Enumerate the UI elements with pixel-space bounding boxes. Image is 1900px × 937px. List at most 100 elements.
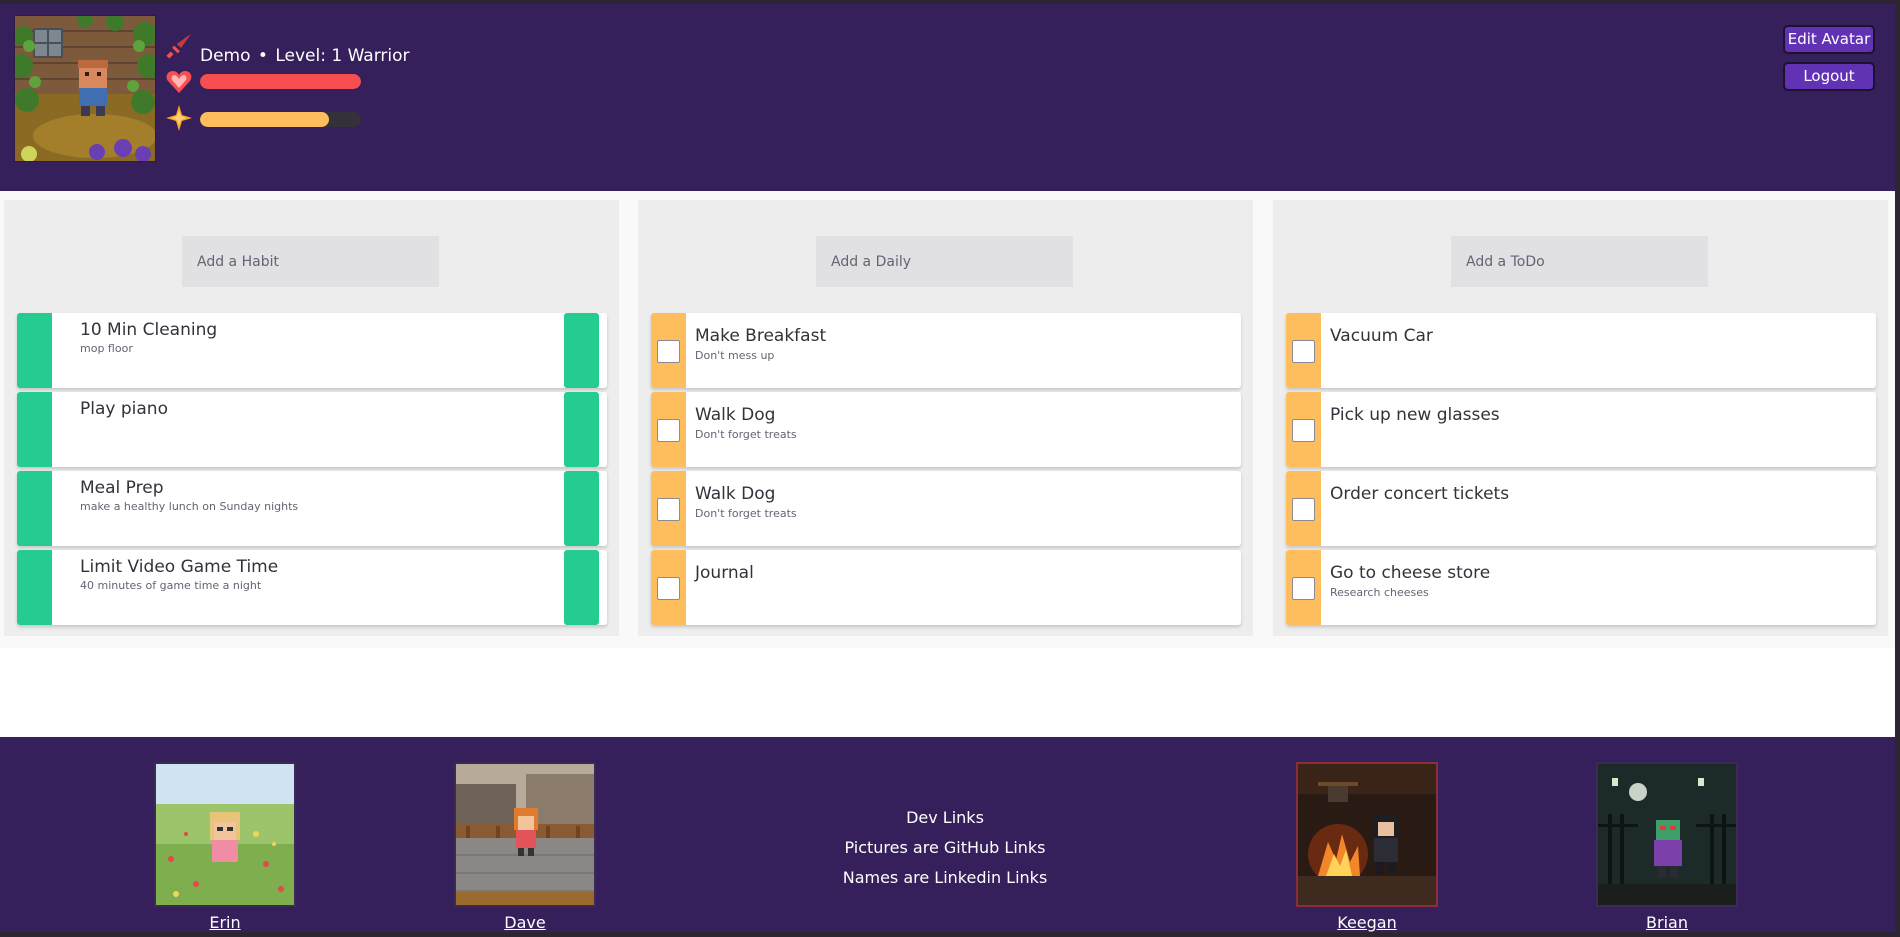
- habit-item[interactable]: Play piano: [17, 392, 607, 467]
- daily-title: Make Breakfast: [695, 326, 827, 346]
- daily-item[interactable]: Journal: [651, 550, 1241, 625]
- todo-title: Go to cheese store: [1330, 563, 1491, 583]
- dev-linkedin-link-brian[interactable]: Brian: [1596, 913, 1738, 932]
- habit-minus-button[interactable]: [564, 313, 599, 388]
- habit-item[interactable]: 10 Min Cleaning mop floor: [17, 313, 607, 388]
- dev-card-dave: Dave: [454, 762, 596, 932]
- health-bar: [200, 74, 361, 89]
- dev-linkedin-link-keegan[interactable]: Keegan: [1296, 913, 1438, 932]
- habit-minus-button[interactable]: [564, 471, 599, 546]
- logout-button[interactable]: Logout: [1783, 62, 1875, 91]
- todo-title: Vacuum Car: [1330, 326, 1433, 346]
- checkbox-icon[interactable]: [1292, 498, 1315, 521]
- habit-minus-button[interactable]: [564, 392, 599, 467]
- daily-item[interactable]: Walk Dog Don't forget treats: [651, 392, 1241, 467]
- hero-separator: •: [257, 46, 268, 66]
- dev-github-picture-keegan[interactable]: [1296, 762, 1438, 907]
- sword-icon: [166, 34, 191, 59]
- daily-notes: Don't mess up: [695, 349, 775, 362]
- habit-title: 10 Min Cleaning: [80, 320, 218, 340]
- todo-check-area[interactable]: [1286, 471, 1321, 546]
- daily-check-area[interactable]: [651, 392, 686, 467]
- experience-bar-fill: [200, 112, 329, 127]
- todo-title: Pick up new glasses: [1330, 405, 1500, 425]
- dev-avatar-image: [1298, 764, 1436, 905]
- checkbox-icon[interactable]: [657, 419, 680, 442]
- habit-notes: make a healthy lunch on Sunday nights: [80, 500, 299, 513]
- habit-title: Limit Video Game Time: [80, 557, 279, 577]
- checkbox-icon[interactable]: [657, 340, 680, 363]
- dev-github-picture-dave[interactable]: [454, 762, 596, 907]
- habit-plus-button[interactable]: [17, 392, 52, 467]
- star-icon: [166, 105, 192, 131]
- avatar[interactable]: [14, 15, 156, 162]
- daily-item[interactable]: Make Breakfast Don't mess up: [651, 313, 1241, 388]
- add-todo-input[interactable]: [1451, 236, 1708, 287]
- daily-title: Journal: [695, 563, 754, 583]
- todo-item[interactable]: Order concert tickets: [1286, 471, 1876, 546]
- dev-github-picture-erin[interactable]: [154, 762, 296, 907]
- dev-card-keegan: Keegan: [1296, 762, 1438, 932]
- daily-title: Walk Dog: [695, 405, 776, 425]
- daily-item[interactable]: Walk Dog Don't forget treats: [651, 471, 1241, 546]
- health-bar-fill: [200, 74, 361, 89]
- todo-item[interactable]: Go to cheese store Research cheeses: [1286, 550, 1876, 625]
- daily-notes: Don't forget treats: [695, 507, 797, 520]
- dev-linkedin-link-dave[interactable]: Dave: [454, 913, 596, 932]
- habit-plus-button[interactable]: [17, 471, 52, 546]
- todos-column: Vacuum Car Pick up new glasses Order con…: [1273, 200, 1888, 636]
- edit-avatar-button[interactable]: Edit Avatar: [1783, 25, 1875, 54]
- dev-linkedin-link-erin[interactable]: Erin: [154, 913, 296, 932]
- todo-check-area[interactable]: [1286, 313, 1321, 388]
- habit-plus-button[interactable]: [17, 313, 52, 388]
- habit-item[interactable]: Limit Video Game Time 40 minutes of game…: [17, 550, 607, 625]
- heart-icon: [166, 71, 192, 93]
- add-habit-input[interactable]: [182, 236, 439, 287]
- header: Demo • Level: 1 Warrior Edit Avatar Logo…: [0, 4, 1895, 191]
- daily-check-area[interactable]: [651, 313, 686, 388]
- habit-title: Meal Prep: [80, 478, 164, 498]
- checkbox-icon[interactable]: [657, 498, 680, 521]
- checkbox-icon[interactable]: [1292, 419, 1315, 442]
- dev-avatar-image: [156, 764, 294, 905]
- checkbox-icon[interactable]: [1292, 340, 1315, 363]
- todo-notes: Research cheeses: [1330, 586, 1429, 599]
- daily-check-area[interactable]: [651, 550, 686, 625]
- habit-item[interactable]: Meal Prep make a healthy lunch on Sunday…: [17, 471, 607, 546]
- avatar-scene-image: [15, 16, 155, 161]
- checkbox-icon[interactable]: [657, 577, 680, 600]
- dev-github-picture-brian[interactable]: [1596, 762, 1738, 907]
- window-bottom-border: [0, 932, 1900, 937]
- todo-check-area[interactable]: [1286, 550, 1321, 625]
- todo-item[interactable]: Pick up new glasses: [1286, 392, 1876, 467]
- dev-links-info: Dev Links Pictures are GitHub Links Name…: [820, 803, 1070, 893]
- todo-item[interactable]: Vacuum Car: [1286, 313, 1876, 388]
- dev-avatar-image: [1598, 764, 1736, 905]
- habit-minus-button[interactable]: [564, 550, 599, 625]
- daily-title: Walk Dog: [695, 484, 776, 504]
- dev-avatar-image: [456, 764, 594, 905]
- experience-bar: [200, 112, 361, 127]
- todo-check-area[interactable]: [1286, 392, 1321, 467]
- habit-notes: mop floor: [80, 342, 133, 355]
- dev-links-heading: Dev Links: [906, 808, 984, 827]
- habit-title: Play piano: [80, 399, 168, 419]
- daily-notes: Don't forget treats: [695, 428, 797, 441]
- hero-level: Level: 1 Warrior: [275, 46, 410, 66]
- dev-card-erin: Erin: [154, 762, 296, 932]
- window-right-border: [1895, 0, 1900, 937]
- todo-title: Order concert tickets: [1330, 484, 1510, 504]
- dailies-column: Make Breakfast Don't mess up Walk Dog Do…: [638, 200, 1253, 636]
- checkbox-icon[interactable]: [1292, 577, 1315, 600]
- hero-name: Demo: [200, 46, 251, 66]
- habits-column: 10 Min Cleaning mop floor Play piano Mea…: [4, 200, 619, 636]
- daily-check-area[interactable]: [651, 471, 686, 546]
- dev-card-brian: Brian: [1596, 762, 1738, 932]
- pictures-github-note: Pictures are GitHub Links: [844, 838, 1046, 857]
- habit-notes: 40 minutes of game time a night: [80, 579, 262, 592]
- add-daily-input[interactable]: [816, 236, 1073, 287]
- hero-name-level: Demo • Level: 1 Warrior: [200, 46, 410, 66]
- names-linkedin-note: Names are Linkedin Links: [842, 868, 1048, 887]
- footer: Erin Dave Dev Links Pictures are GitHub …: [0, 737, 1895, 932]
- habit-plus-button[interactable]: [17, 550, 52, 625]
